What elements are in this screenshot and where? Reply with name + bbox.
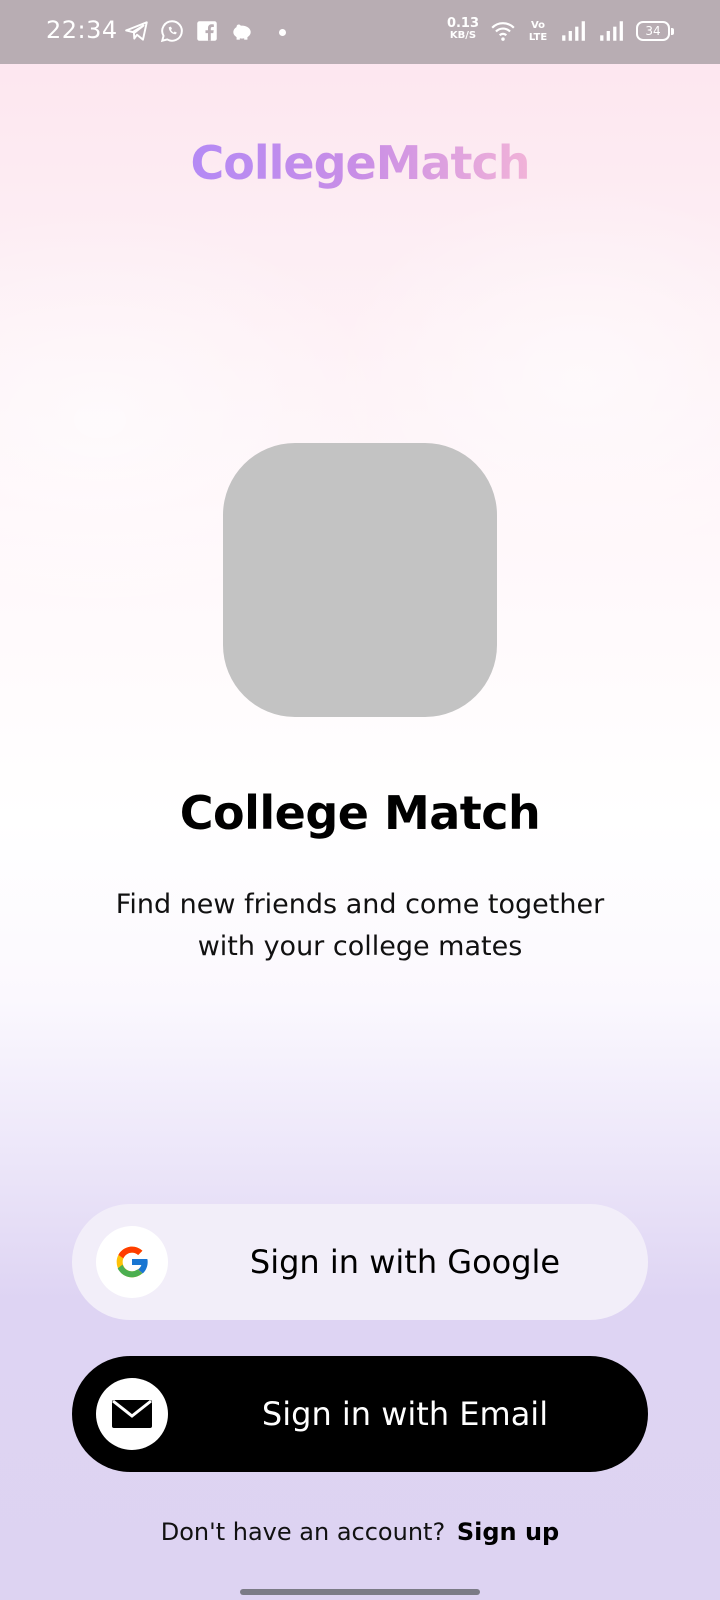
sign-up-link[interactable]: Sign up — [457, 1518, 559, 1546]
tagline: Find new friends and come together with … — [115, 889, 605, 962]
signup-prompt-row: Don't have an account? Sign up — [0, 1518, 720, 1546]
facebook-icon — [194, 18, 220, 44]
sign-in-email-label: Sign in with Email — [261, 1395, 549, 1433]
network-speed: 0.13 KB/S — [446, 16, 480, 41]
sign-in-google-button[interactable]: Sign in with Google — [72, 1204, 648, 1320]
page-title: College Match — [179, 786, 541, 840]
signup-prompt-text: Don't have an account? — [160, 1518, 446, 1546]
app-logo-placeholder — [223, 443, 497, 717]
home-indicator[interactable] — [240, 1589, 480, 1595]
wifi-icon — [490, 18, 516, 44]
signal-icon — [598, 18, 624, 44]
battery-indicator: 34 — [636, 21, 674, 41]
sign-in-email-button[interactable]: Sign in with Email — [72, 1356, 648, 1472]
status-time: 22:34 — [46, 16, 118, 44]
brand-wordmark: CollegeMatch — [190, 136, 530, 190]
google-icon — [96, 1226, 168, 1298]
telegram-icon — [124, 18, 150, 44]
signal-icon — [560, 18, 586, 44]
whatsapp-icon — [159, 18, 185, 44]
status-bar: 22:34 0.13 KB/S Vo LTE 34 — [0, 0, 720, 64]
notification-dot — [279, 29, 286, 36]
email-icon — [96, 1378, 168, 1450]
piggy-bank-icon — [229, 18, 255, 44]
volte-indicator: Vo LTE — [528, 20, 548, 43]
sign-in-google-label: Sign in with Google — [249, 1243, 561, 1281]
